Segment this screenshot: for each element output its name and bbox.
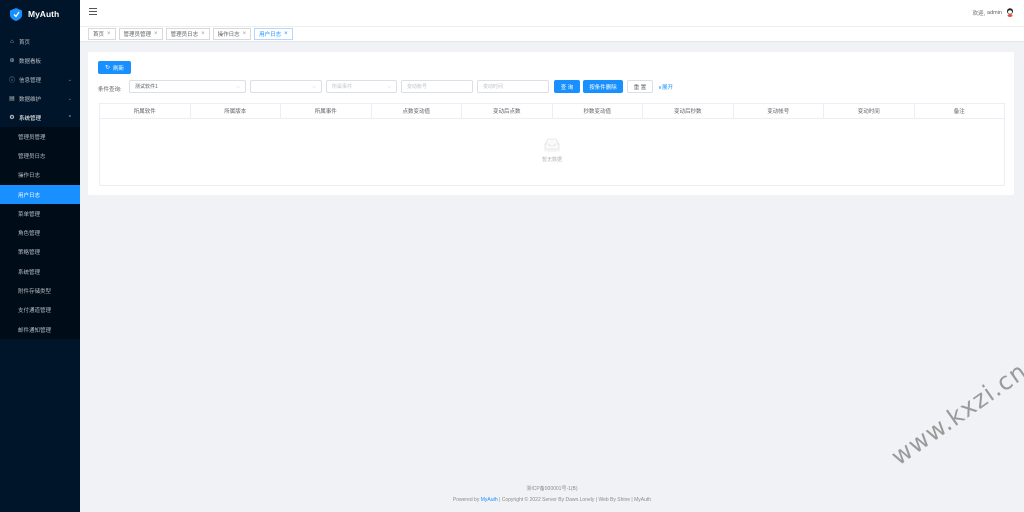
chevron-down-icon: ⌵ bbox=[387, 83, 391, 90]
collapse-menu-icon[interactable] bbox=[89, 8, 97, 15]
sidebar-subitem-7[interactable]: 系统管理 bbox=[0, 262, 80, 281]
sidebar-item-label: 系统管理 bbox=[19, 115, 42, 122]
avatar-icon[interactable] bbox=[1006, 8, 1014, 17]
tab-0[interactable]: 首页 × bbox=[88, 28, 116, 40]
database-icon: ▤ bbox=[9, 96, 15, 102]
expand-label: 展开 bbox=[662, 85, 674, 91]
close-icon[interactable]: × bbox=[243, 31, 247, 37]
column-header[interactable]: 变动帐号 bbox=[734, 104, 824, 118]
column-header[interactable]: 所属软件 bbox=[100, 104, 191, 118]
user-area[interactable]: 欢迎, admin bbox=[972, 8, 1014, 17]
reset-button[interactable]: 重 置 bbox=[627, 80, 653, 93]
sidebar-item-3[interactable]: ▤ 数据维护 ⌄ bbox=[0, 89, 80, 108]
system-submenu: 管理员管理 管理员日志 操作日志 用户日志 菜单管理 角色管理 策略管理 系统管理 附件存储类型… bbox=[0, 127, 80, 340]
account-input-placeholder: 变动帐号 bbox=[407, 84, 428, 90]
gear-icon: ⚙ bbox=[9, 115, 15, 121]
sidebar-subitem-3[interactable]: 用户日志 bbox=[0, 184, 80, 205]
close-icon[interactable]: × bbox=[284, 31, 288, 37]
sidebar-subitem-5[interactable]: 角色管理 bbox=[0, 223, 80, 242]
dashboard-icon: ⊛ bbox=[9, 58, 15, 64]
empty-inbox-icon bbox=[543, 138, 561, 152]
watermark: www.kxzi.cn bbox=[886, 356, 1024, 471]
version-select[interactable]: ⌵ bbox=[250, 80, 322, 93]
sidebar-item-0[interactable]: ⌂ 首页 bbox=[0, 32, 80, 51]
tab-label: 管理员管理 bbox=[123, 32, 152, 38]
expand-toggle[interactable]: ∨展开 bbox=[658, 83, 673, 91]
close-icon[interactable]: × bbox=[154, 31, 158, 37]
column-header[interactable]: 变动后秒数 bbox=[643, 104, 734, 118]
chevron-down-icon: ⌄ bbox=[67, 95, 72, 102]
search-button[interactable]: 查 询 bbox=[554, 80, 580, 93]
top-header: 欢迎, admin bbox=[80, 0, 1024, 26]
tab-label: 用户日志 bbox=[259, 32, 282, 38]
welcome-text: 欢迎, bbox=[972, 10, 986, 17]
user-log-table: 所属软件 所属版本 所属事件 点数变动值 变动后点数 秒数变动值 变动后秒数 变动帐号 变动时间… bbox=[99, 103, 1005, 186]
software-select[interactable]: 测试软件1 ⌵ bbox=[129, 80, 246, 93]
close-icon[interactable]: × bbox=[107, 31, 111, 37]
tabs-bar: 首页 × 管理员管理 × 管理员日志 × 操作日志 × 用户日志 × bbox=[80, 26, 1024, 42]
account-input[interactable]: 变动帐号 bbox=[401, 80, 473, 93]
event-select[interactable]: 所属事件 ⌵ bbox=[326, 80, 397, 93]
sidebar-subitem-0[interactable]: 管理员管理 bbox=[0, 127, 80, 146]
refresh-button[interactable]: ↻ 刷新 bbox=[98, 61, 131, 74]
column-header[interactable]: 变动后点数 bbox=[462, 104, 553, 118]
sidebar-subitem-4[interactable]: 菜单管理 bbox=[0, 204, 80, 223]
empty-text: 暂无数据 bbox=[541, 157, 562, 163]
tab-1[interactable]: 管理员管理 × bbox=[118, 28, 163, 40]
chevron-down-icon: ⌵ bbox=[312, 83, 316, 90]
sidebar-subitem-2[interactable]: 操作日志 bbox=[0, 166, 80, 185]
column-header[interactable]: 所属事件 bbox=[281, 104, 372, 118]
column-header[interactable]: 所属版本 bbox=[191, 104, 281, 118]
sidebar-item-label: 信息管理 bbox=[19, 77, 42, 84]
chevron-up-icon: ⌃ bbox=[67, 114, 72, 121]
info-icon: ⓘ bbox=[8, 78, 15, 84]
sidebar-subitem-10[interactable]: 邮件通知管理 bbox=[0, 320, 80, 339]
empty-state: 暂无数据 bbox=[100, 138, 1004, 163]
software-select-value: 测试软件1 bbox=[135, 84, 158, 90]
tab-3[interactable]: 操作日志 × bbox=[212, 28, 252, 40]
tab-2[interactable]: 管理员日志 × bbox=[165, 28, 210, 40]
main-card: ↻ 刷新 条件查询: 测试软件1 ⌵ ⌵ 所属事件 ⌵ 变动帐号 变动时间 查 … bbox=[88, 52, 1014, 195]
tab-label: 首页 bbox=[93, 32, 105, 38]
chevron-down-icon: ⌵ bbox=[236, 83, 240, 90]
refresh-label: 刷新 bbox=[113, 65, 125, 72]
filter-label: 条件查询: bbox=[98, 87, 122, 93]
myauth-link[interactable]: MyAuth bbox=[481, 497, 498, 503]
tab-label: 管理员日志 bbox=[170, 32, 199, 38]
time-input[interactable]: 变动时间 bbox=[477, 80, 549, 93]
sidebar-subitem-9[interactable]: 支付通道管理 bbox=[0, 301, 80, 320]
sidebar-item-label: 首页 bbox=[19, 39, 31, 46]
icp-footer[interactable]: 浙ICP备000001号-1(B) bbox=[80, 485, 1024, 492]
sidebar-item-4[interactable]: ⚙ 系统管理 ⌃ bbox=[0, 108, 80, 127]
tab-4[interactable]: 用户日志 × bbox=[254, 28, 293, 40]
home-icon: ⌂ bbox=[10, 38, 14, 45]
sidebar-item-1[interactable]: ⊛ 数据看板 bbox=[0, 51, 80, 70]
app-title: MyAuth bbox=[28, 9, 60, 19]
close-icon[interactable]: × bbox=[201, 31, 205, 37]
column-header[interactable]: 秒数变动值 bbox=[553, 104, 643, 118]
sidebar-subitem-1[interactable]: 管理员日志 bbox=[0, 146, 80, 165]
username: admin bbox=[987, 9, 1002, 16]
app-logo[interactable]: MyAuth bbox=[0, 0, 80, 28]
chevron-down-icon: ⌄ bbox=[67, 76, 72, 83]
sidebar-subitem-8[interactable]: 附件存储类型 bbox=[0, 281, 80, 300]
time-input-placeholder: 变动时间 bbox=[483, 84, 504, 90]
shield-logo-icon bbox=[10, 7, 22, 21]
sidebar-subitem-6[interactable]: 策略管理 bbox=[0, 243, 80, 262]
sidebar-item-2[interactable]: ⓘ 信息管理 ⌄ bbox=[0, 70, 80, 89]
table-header: 所属软件 所属版本 所属事件 点数变动值 变动后点数 秒数变动值 变动后秒数 变动帐号 变动时间… bbox=[100, 104, 1004, 119]
copyright-footer: Powered by MyAuth | Copyright © 2022 Ser… bbox=[452, 497, 652, 503]
sidebar: MyAuth ⌂ 首页 ⊛ 数据看板 ⓘ 信息管理 ⌄ ▤ 数据维护 ⌄ ⚙ 系统管理 ⌃ 管理员管理管… bbox=[0, 0, 80, 512]
sidebar-item-label: 数据维护 bbox=[19, 96, 42, 103]
event-select-placeholder: 所属事件 bbox=[332, 84, 353, 90]
column-header[interactable]: 点数变动值 bbox=[372, 104, 462, 118]
sidebar-item-label: 数据看板 bbox=[19, 58, 42, 65]
refresh-icon: ↻ bbox=[104, 65, 110, 71]
column-header[interactable]: 变动时间 bbox=[824, 104, 915, 118]
column-header[interactable]: 备注 bbox=[915, 104, 1005, 118]
tab-label: 操作日志 bbox=[217, 32, 240, 38]
delete-by-condition-button[interactable]: 按条件删除 bbox=[583, 80, 623, 93]
